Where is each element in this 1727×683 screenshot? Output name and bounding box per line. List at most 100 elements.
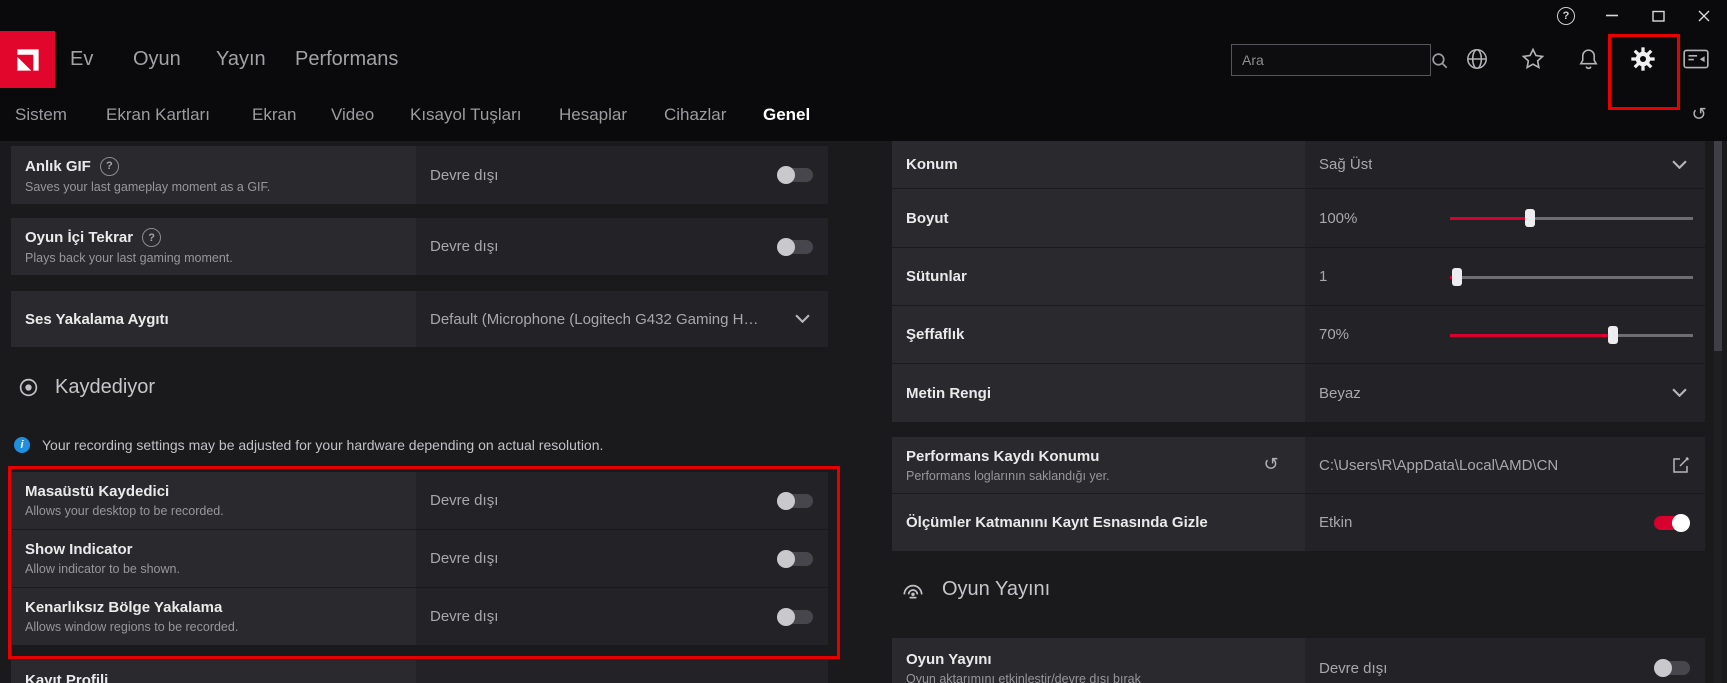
setting-title: Konum — [906, 156, 958, 173]
setting-value-cell: 1 — [1305, 248, 1705, 305]
tab-hesaplar[interactable]: Hesaplar — [559, 88, 627, 141]
minimize-button[interactable] — [1589, 0, 1635, 31]
setting-title: Sütunlar — [906, 268, 967, 285]
setting-row-ses-yakalama: Ses Yakalama Aygıtı Default (Microphone … — [11, 291, 828, 347]
setting-value-cell — [416, 660, 828, 683]
setting-label-cell: Şeffaflık — [892, 306, 1305, 363]
toggle-knob — [777, 550, 795, 568]
setting-title: Ses Yakalama Aygıtı — [25, 311, 169, 328]
edit-path-button[interactable] — [1669, 453, 1693, 477]
amd-logo[interactable] — [0, 31, 55, 88]
favorites-button[interactable] — [1518, 44, 1548, 74]
titlebar: ? — [0, 0, 1727, 31]
globe-icon — [1464, 46, 1490, 72]
setting-state-text: Devre dışı — [416, 238, 498, 255]
tab-genel[interactable]: Genel — [763, 88, 810, 141]
tab-cihazlar[interactable]: Cihazlar — [664, 88, 726, 141]
tab-sistem[interactable]: Sistem — [15, 88, 67, 141]
section-title: Oyun Yayını — [942, 578, 1050, 601]
tab-video[interactable]: Video — [331, 88, 374, 141]
maximize-button[interactable] — [1635, 0, 1681, 31]
star-icon — [1520, 46, 1546, 72]
help-icon: ? — [1557, 7, 1575, 25]
setting-label-cell: Kenarlıksız Bölge Yakalama Allows window… — [11, 588, 416, 645]
scrollbar-thumb[interactable] — [1714, 141, 1722, 351]
help-button[interactable]: ? — [1543, 0, 1589, 31]
nav-item-performance[interactable]: Performans — [295, 31, 398, 88]
slider-handle[interactable] — [1525, 209, 1535, 227]
section-title: Kaydediyor — [55, 376, 155, 399]
web-button[interactable] — [1462, 44, 1492, 74]
reset-path-button[interactable]: ↺ — [1259, 453, 1283, 477]
slider-handle[interactable] — [1608, 326, 1618, 344]
setting-row-perf-kaydi-konumu: Performans Kaydı Konumu Performans logla… — [892, 437, 1705, 493]
maximize-icon — [1652, 10, 1665, 22]
toggle-knob — [1654, 659, 1672, 677]
setting-value-cell: Devre dışı — [416, 530, 828, 587]
setting-row-oyun-yayini: Oyun Yayını Oyun aktarımını etkinleştir/… — [892, 638, 1705, 683]
setting-row-show-indicator: Show Indicator Allow indicator to be sho… — [11, 530, 828, 587]
close-button[interactable] — [1681, 0, 1727, 31]
reset-all-button[interactable]: ↺ — [1686, 102, 1712, 128]
borderless-region-toggle[interactable] — [777, 610, 813, 624]
setting-value-cell: Etkin — [1305, 494, 1705, 551]
setting-value-cell: Devre dışı — [416, 146, 828, 204]
setting-title: Performans Kaydı Konumu — [906, 448, 1099, 465]
help-icon[interactable]: ? — [100, 157, 119, 176]
setting-label-cell: Ses Yakalama Aygıtı — [11, 291, 416, 347]
oyun-ici-tekrar-toggle[interactable] — [777, 240, 813, 254]
setting-title: Boyut — [906, 210, 949, 227]
close-icon — [1698, 10, 1710, 22]
position-dropdown[interactable]: Sağ Üst — [1305, 141, 1705, 188]
setting-title: Ölçümler Katmanını Kayıt Esnasında Gizle — [906, 514, 1208, 531]
chevron-down-icon — [795, 310, 810, 328]
dropdown-value: Default (Microphone (Logitech G432 Gamin… — [416, 311, 760, 328]
tab-kisayol-tuslari[interactable]: Kısayol Tuşları — [410, 88, 522, 141]
slider-handle[interactable] — [1452, 268, 1462, 286]
overlay-button[interactable] — [1681, 44, 1711, 74]
size-slider[interactable] — [1450, 209, 1693, 227]
setting-row-kayit-profili: Kayıt Profili — [11, 660, 828, 683]
reset-icon: ↺ — [1263, 456, 1278, 474]
anlik-gif-toggle[interactable] — [777, 168, 813, 182]
setting-value-cell: Devre dışı — [416, 218, 828, 275]
setting-title: Oyun İçi Tekrar — [25, 229, 133, 246]
setting-row-olcumler-gizle: Ölçümler Katmanını Kayıt Esnasında Gizle… — [892, 494, 1705, 551]
setting-value-cell: Devre dışı — [416, 588, 828, 645]
search-input[interactable] — [1232, 52, 1431, 68]
notifications-button[interactable] — [1573, 44, 1603, 74]
help-icon[interactable]: ? — [142, 228, 161, 247]
audio-device-dropdown[interactable]: Default (Microphone (Logitech G432 Gamin… — [416, 291, 828, 347]
setting-value-cell: Devre dışı — [416, 472, 828, 529]
slider-value: 100% — [1305, 210, 1357, 227]
toggle-knob — [1672, 514, 1690, 532]
path-value: C:\Users\R\AppData\Local\AMD\CN — [1305, 457, 1558, 474]
section-recording: Kaydediyor — [18, 376, 155, 399]
setting-label-cell: Masaüstü Kaydedici Allows your desktop t… — [11, 472, 416, 529]
nav-item-streaming[interactable]: Yayın — [216, 31, 266, 88]
columns-slider[interactable] — [1450, 268, 1693, 286]
setting-value-cell: C:\Users\R\AppData\Local\AMD\CN — [1305, 437, 1705, 493]
gear-icon — [1629, 45, 1657, 73]
setting-label-cell: Boyut — [892, 189, 1305, 247]
tab-ekran-kartlari[interactable]: Ekran Kartları — [106, 88, 210, 141]
toggle-knob — [777, 238, 795, 256]
setting-label-cell: Anlık GIF ? Saves your last gameplay mom… — [11, 146, 416, 204]
info-text: Your recording settings may be adjusted … — [42, 437, 603, 453]
hide-metrics-toggle[interactable] — [1654, 516, 1690, 530]
setting-label-cell: Sütunlar — [892, 248, 1305, 305]
game-streaming-toggle[interactable] — [1654, 661, 1690, 675]
chevron-down-icon — [1672, 384, 1687, 402]
nav-item-gaming[interactable]: Oyun — [133, 31, 181, 88]
settings-button[interactable] — [1628, 44, 1658, 74]
text-color-dropdown[interactable]: Beyaz — [1305, 364, 1705, 422]
nav-item-home[interactable]: Ev — [70, 31, 93, 88]
setting-state-text: Devre dışı — [416, 608, 498, 625]
setting-row-seffaflik: Şeffaflık 70% — [892, 306, 1705, 363]
show-indicator-toggle[interactable] — [777, 552, 813, 566]
desktop-recording-toggle[interactable] — [777, 494, 813, 508]
toggle-knob — [777, 492, 795, 510]
opacity-slider[interactable] — [1450, 326, 1693, 344]
search-icon[interactable] — [1431, 46, 1448, 74]
tab-ekran[interactable]: Ekran — [252, 88, 296, 141]
